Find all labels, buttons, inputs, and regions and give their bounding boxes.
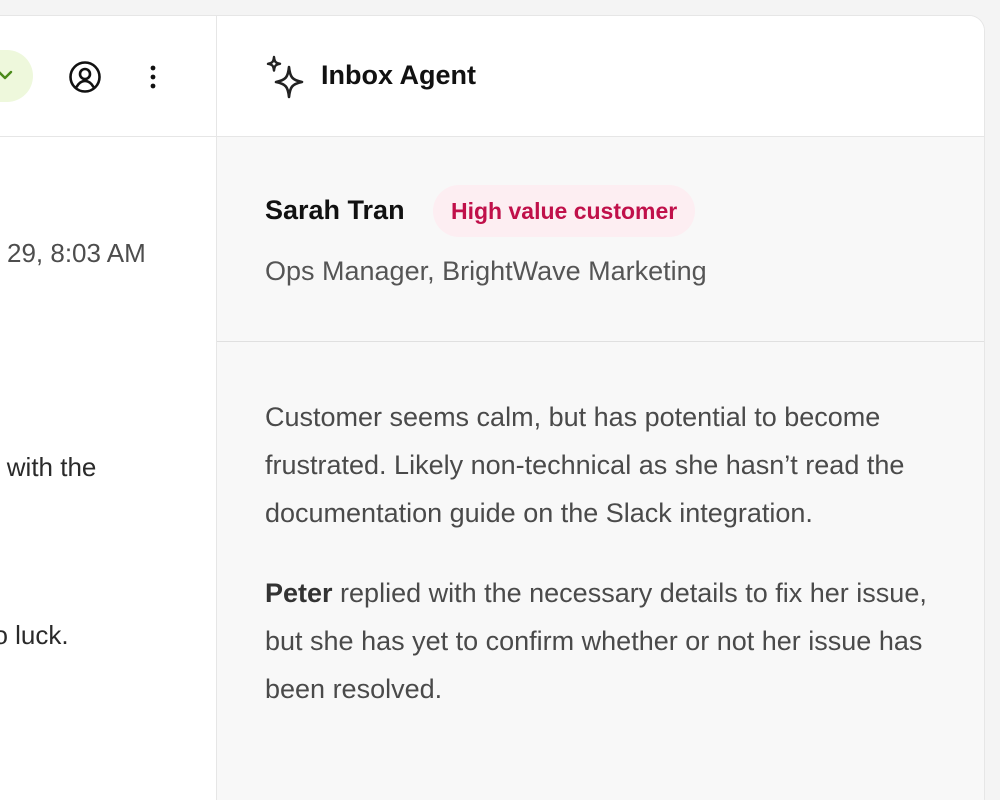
panel-title: Inbox Agent xyxy=(321,60,476,90)
message-text-line: no luck. xyxy=(0,620,69,650)
customer-tier-badge: High value customer xyxy=(433,185,696,237)
message-text-line: ils with the xyxy=(0,452,97,482)
agent-header: Inbox Agent xyxy=(217,16,984,137)
conversation-toolbar xyxy=(0,16,217,137)
status-dropdown[interactable] xyxy=(0,50,33,102)
account-button[interactable] xyxy=(67,59,103,95)
summary-paragraph: Customer seems calm, but has potential t… xyxy=(265,402,905,528)
agent-mention: Peter xyxy=(265,578,333,608)
more-options-button[interactable] xyxy=(141,61,165,93)
conversation-column: 29, 8:03 AM ils with the no luck. xyxy=(0,16,217,800)
more-vertical-icon xyxy=(150,65,156,89)
conversation-summary: Customer seems calm, but has potential t… xyxy=(265,393,955,713)
customer-role: Ops Manager, BrightWave Marketing xyxy=(265,256,707,286)
sparkle-icon xyxy=(266,55,304,99)
customer-info: Sarah Tran High value customer Ops Manag… xyxy=(217,137,984,342)
chevron-down-icon xyxy=(0,70,13,80)
message-timestamp: 29, 8:03 AM xyxy=(7,238,146,268)
summary-paragraph: Peter replied with the necessary details… xyxy=(265,578,927,704)
app-window: 29, 8:03 AM ils with the no luck. Inbox … xyxy=(0,15,985,800)
customer-name: Sarah Tran xyxy=(265,195,405,225)
inbox-agent-panel: Inbox Agent Sarah Tran High value custom… xyxy=(217,16,984,800)
user-circle-icon xyxy=(69,61,101,93)
